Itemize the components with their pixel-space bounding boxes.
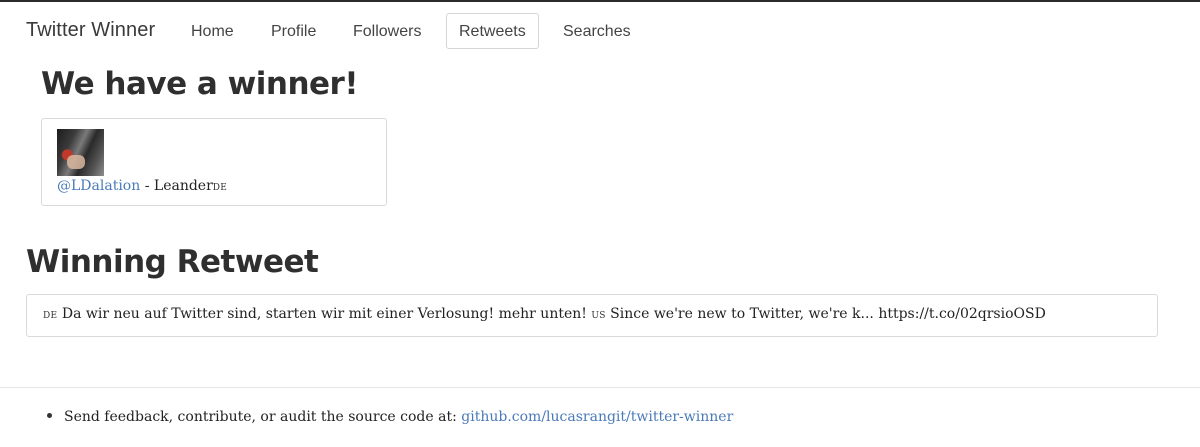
bullet-icon xyxy=(47,412,52,418)
brand-link[interactable]: Twitter Winner xyxy=(26,19,155,42)
nav-home[interactable]: Home xyxy=(178,13,247,49)
winner-separator: - xyxy=(140,178,154,194)
nav-profile[interactable]: Profile xyxy=(258,13,329,49)
retweet-heading: Winning Retweet xyxy=(26,244,319,280)
winner-line: @LDalation - LeanderDE xyxy=(57,178,227,194)
retweet-box: DE Da wir neu auf Twitter sind, starten … xyxy=(26,294,1158,337)
nav-followers[interactable]: Followers xyxy=(340,13,434,49)
footer-text: Send feedback, contribute, or audit the … xyxy=(64,409,462,425)
retweet-text-us: Since we're new to Twitter, we're k... h… xyxy=(605,306,1046,322)
avatar[interactable] xyxy=(57,129,104,176)
navbar: Twitter Winner Home Profile Followers Re… xyxy=(0,2,1200,62)
flag-us-icon: US xyxy=(591,311,606,321)
winner-heading: We have a winner! xyxy=(41,66,359,102)
winner-card: @LDalation - LeanderDE xyxy=(41,118,387,206)
retweet-text: DE Da wir neu auf Twitter sind, starten … xyxy=(43,306,1046,322)
github-link[interactable]: github.com/lucasrangit/twitter-winner xyxy=(461,409,733,425)
flag-de-icon: DE xyxy=(212,183,228,193)
nav-retweets[interactable]: Retweets xyxy=(446,13,539,49)
flag-de-icon: DE xyxy=(43,311,58,321)
nav-searches[interactable]: Searches xyxy=(550,13,644,49)
footer-list: Send feedback, contribute, or audit the … xyxy=(47,409,733,425)
winner-name: Leander xyxy=(153,178,213,194)
footer-divider xyxy=(0,387,1200,388)
footer-item: Send feedback, contribute, or audit the … xyxy=(47,409,733,425)
retweet-text-de: Da wir neu auf Twitter sind, starten wir… xyxy=(57,306,592,322)
winner-handle-link[interactable]: @LDalation xyxy=(57,178,140,194)
